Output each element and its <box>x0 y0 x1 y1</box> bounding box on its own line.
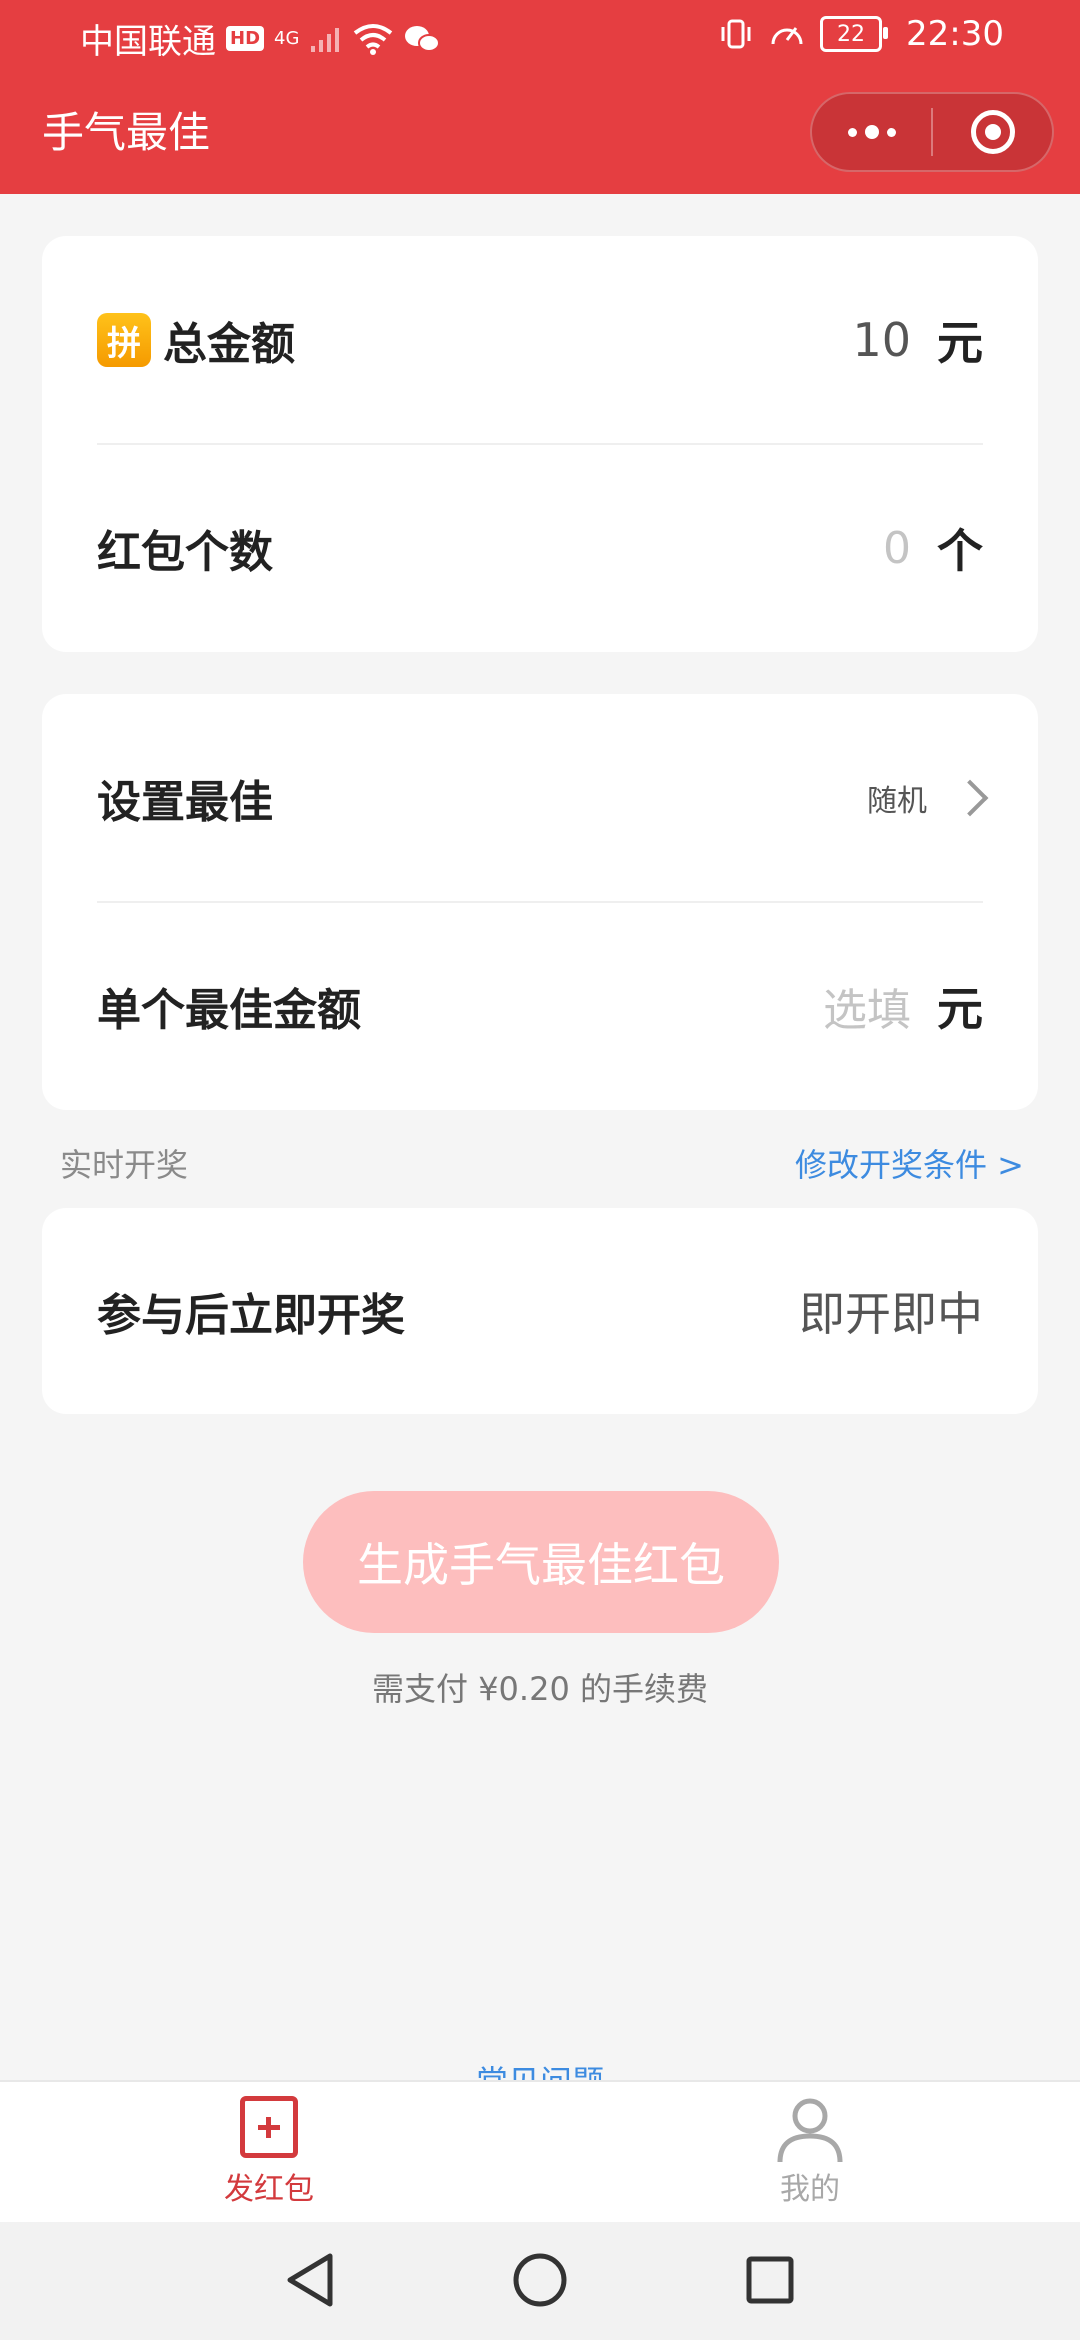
miniprogram-capsule <box>810 92 1054 172</box>
hd-badge: HD <box>226 26 265 51</box>
person-icon <box>777 2098 843 2163</box>
page-title: 手气最佳 <box>42 108 211 157</box>
network-label: 4G <box>274 28 300 49</box>
single-best-amount-input-group: 选填 元 <box>823 973 983 1039</box>
tab-send-red-packet[interactable]: 发红包 <box>169 2096 369 2208</box>
packet-count-label: 红包个数 <box>97 527 273 578</box>
total-amount-input-group: 10 元 <box>852 307 983 373</box>
set-best-selector[interactable]: 随机 <box>867 776 989 820</box>
single-best-amount-row[interactable]: 单个最佳金额 选填 元 <box>97 902 983 1110</box>
draw-row-value-group: 即开即中 <box>799 1278 983 1344</box>
single-best-amount-input[interactable]: 选填 <box>823 974 911 1038</box>
battery-level: 22 <box>837 21 866 47</box>
more-dots-icon <box>847 125 896 139</box>
generate-red-packet-button[interactable]: 生成手气最佳红包 <box>303 1491 779 1633</box>
single-best-amount-unit: 元 <box>937 982 983 1036</box>
battery-icon: 22 <box>820 16 889 52</box>
packet-count-row[interactable]: 红包个数 0 个 <box>97 444 983 652</box>
total-amount-text: 总金额 <box>163 319 295 370</box>
tab-label: 我的 <box>780 2172 840 2207</box>
best-settings-card: 设置最佳 随机 单个最佳金额 选填 元 <box>42 694 1038 1110</box>
status-right: 22 22:30 <box>718 14 1004 54</box>
back-button[interactable] <box>278 2248 342 2312</box>
packet-count-unit: 个 <box>937 524 983 578</box>
total-amount-label: 拼 总金额 <box>97 308 295 372</box>
draw-card: 参与后立即开奖 即开即中 <box>42 1208 1038 1414</box>
tab-mine[interactable]: 我的 <box>710 2096 910 2208</box>
fee-note: 需支付 ¥0.20 的手续费 <box>372 1670 708 1708</box>
total-amount-input[interactable]: 10 <box>852 313 911 367</box>
speed-icon <box>771 27 803 45</box>
draw-row: 参与后立即开奖 即开即中 <box>97 1208 983 1414</box>
amount-card: 拼 总金额 10 元 红包个数 0 个 <box>42 236 1038 652</box>
total-amount-row[interactable]: 拼 总金额 10 元 <box>97 236 983 444</box>
recents-square-icon <box>746 2256 794 2304</box>
draw-row-label: 参与后立即开奖 <box>97 1290 405 1341</box>
single-best-amount-label: 单个最佳金额 <box>97 985 361 1036</box>
draw-mode-label: 实时开奖 <box>60 1146 189 1184</box>
target-icon <box>970 110 1015 154</box>
packet-count-input[interactable]: 0 <box>883 523 911 574</box>
back-triangle-icon <box>287 2253 333 2307</box>
packet-count-input-group: 0 个 <box>883 515 983 581</box>
status-left: 中国联通 HD 4G <box>80 14 441 63</box>
recents-button[interactable] <box>738 2248 802 2312</box>
carrier-label: 中国联通 <box>80 22 216 62</box>
pin-badge-icon: 拼 <box>97 313 151 367</box>
status-bar: 中国联通 HD 4G 22 22:30 <box>0 0 1080 72</box>
set-best-label: 设置最佳 <box>97 777 273 828</box>
wifi-icon <box>354 23 393 55</box>
set-best-row[interactable]: 设置最佳 随机 <box>97 694 989 902</box>
chevron-right-icon <box>951 779 989 817</box>
wechat-icon <box>405 25 441 52</box>
clock: 22:30 <box>906 14 1004 54</box>
more-button[interactable] <box>812 94 931 170</box>
faq-link[interactable]: 常见问题 <box>0 2052 1080 2082</box>
modify-draw-conditions-link[interactable]: 修改开奖条件 > <box>795 1140 1024 1186</box>
add-square-icon <box>240 2096 298 2158</box>
home-button[interactable] <box>508 2248 572 2312</box>
tab-bar: 发红包 我的 <box>0 2080 1080 2222</box>
system-navigation-bar <box>0 2222 1080 2340</box>
signal-icon <box>311 27 340 52</box>
set-best-value: 随机 <box>867 784 927 819</box>
home-circle-icon <box>513 2253 567 2307</box>
tab-label: 发红包 <box>224 2172 314 2207</box>
draw-row-value: 即开即中 <box>799 1287 983 1341</box>
close-miniprogram-button[interactable] <box>933 94 1052 170</box>
vibrate-icon <box>721 19 751 49</box>
total-amount-unit: 元 <box>937 316 983 370</box>
